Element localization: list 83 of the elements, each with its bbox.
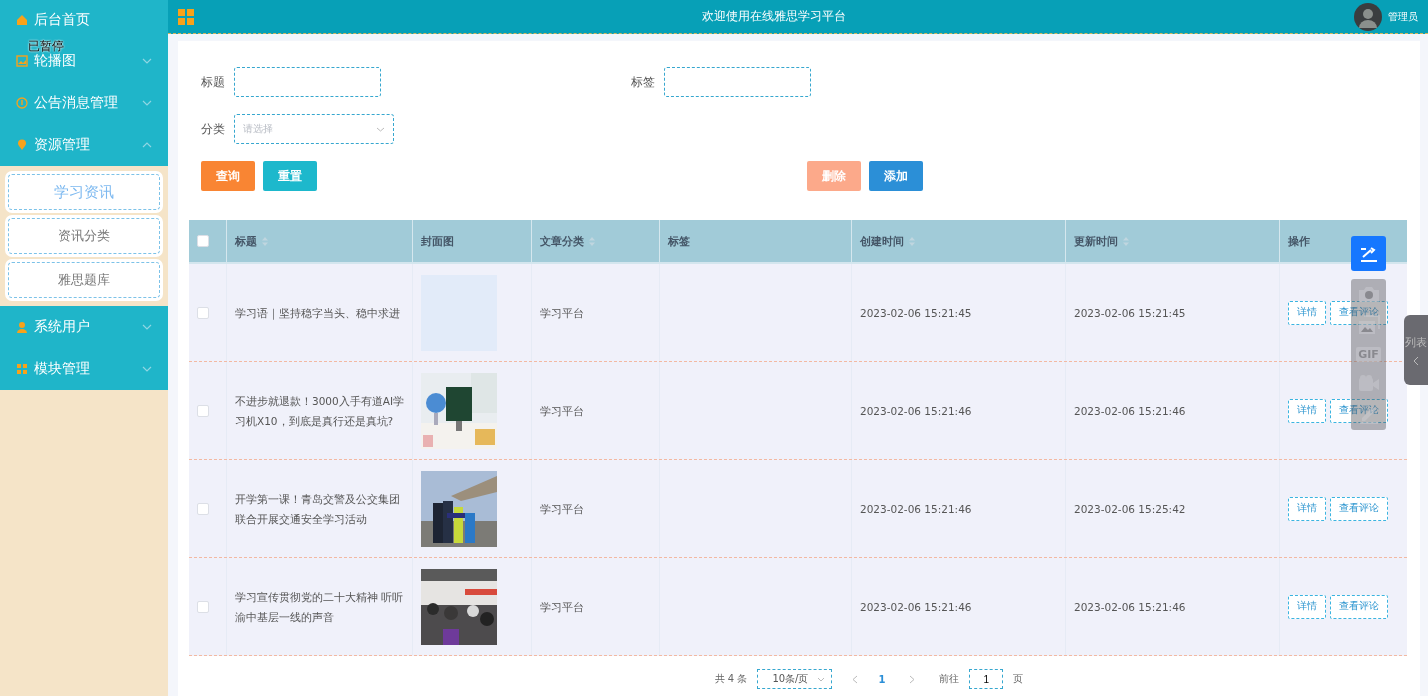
location-pin-icon bbox=[16, 139, 28, 151]
user-name[interactable]: 管理员 bbox=[1388, 9, 1418, 24]
menu-item[interactable]: 资源管理 bbox=[0, 124, 168, 166]
table-cell-text: 2023-02-06 15:25:42 bbox=[1074, 501, 1186, 517]
chevron-left-icon bbox=[1413, 355, 1419, 366]
page-number[interactable]: 1 bbox=[878, 673, 886, 685]
header-title: 欢迎使用在线雅思学习平台 bbox=[701, 8, 847, 25]
table-cell-text: 开学第一课！青岛交警及公交集团联合开展交通安全学习活动 bbox=[235, 491, 401, 527]
paused-label: 已暂停 bbox=[28, 40, 64, 53]
comments-button[interactable]: 查看评论 bbox=[1330, 594, 1388, 619]
table-cell-text: 2023-02-06 15:21:45 bbox=[860, 305, 972, 321]
sort-icon[interactable] bbox=[1123, 236, 1129, 246]
table-cell-text: 2023-02-06 15:21:46 bbox=[860, 599, 972, 615]
detail-button[interactable]: 详情 bbox=[1288, 300, 1326, 325]
column-header: 创建时间 bbox=[860, 234, 904, 249]
goto-page-field[interactable]: 1 bbox=[969, 669, 1004, 689]
sort-icon[interactable] bbox=[589, 236, 595, 246]
detail-button[interactable]: 详情 bbox=[1288, 496, 1326, 521]
table-cell-text: 2023-02-06 15:21:46 bbox=[1074, 599, 1186, 615]
sort-icon[interactable] bbox=[909, 236, 915, 246]
next-page-icon[interactable] bbox=[909, 674, 916, 684]
chevron-down-icon bbox=[817, 676, 826, 682]
field-label: 标题 bbox=[201, 73, 226, 91]
table-cell-text: 学习平台 bbox=[540, 305, 584, 321]
menu-item[interactable]: 系统用户 bbox=[0, 306, 168, 348]
checkbox[interactable] bbox=[197, 502, 209, 515]
table-cell-text: 2023-02-06 15:21:46 bbox=[1074, 403, 1186, 419]
table-cell-text: 学习语｜坚持稳字当头、稳中求进 bbox=[235, 305, 400, 322]
previous-page-icon[interactable] bbox=[852, 674, 859, 684]
table-cell-text: 学习平台 bbox=[540, 403, 584, 419]
table-cell-text: 学习平台 bbox=[540, 501, 584, 517]
chevron-down-icon bbox=[376, 126, 385, 132]
checkbox[interactable] bbox=[197, 600, 209, 613]
table-cell-text: 学习宣传贯彻党的二十大精神 听听渝中基层一线的声音 bbox=[235, 589, 404, 625]
reset-button[interactable]: 重置 bbox=[263, 161, 317, 191]
sort-icon[interactable] bbox=[262, 236, 268, 246]
page-unit: 页 bbox=[1013, 672, 1024, 686]
column-header: 文章分类 bbox=[540, 234, 584, 249]
submenu-item[interactable]: 学习资讯 bbox=[8, 174, 160, 210]
grid-icon bbox=[16, 363, 28, 375]
page-size-select[interactable]: 10条/页 bbox=[757, 669, 833, 689]
column-header: 标签 bbox=[668, 234, 690, 249]
table-cell-text: 2023-02-06 15:21:46 bbox=[860, 501, 972, 517]
field-label: 标签 bbox=[631, 73, 656, 91]
title-input-field[interactable] bbox=[234, 67, 381, 97]
checkbox[interactable] bbox=[197, 306, 209, 319]
user-icon bbox=[16, 321, 28, 333]
menu-item[interactable]: 模块管理 bbox=[0, 348, 168, 390]
column-header: 更新时间 bbox=[1074, 234, 1118, 249]
detail-button[interactable]: 详情 bbox=[1288, 398, 1326, 423]
goto-label: 前往 bbox=[939, 672, 960, 686]
total-count: 共 4 条 bbox=[714, 672, 748, 686]
checkbox[interactable] bbox=[197, 404, 209, 417]
menu-item[interactable]: 公告消息管理 bbox=[0, 82, 168, 124]
comments-button[interactable]: 查看评论 bbox=[1330, 496, 1388, 521]
image-icon bbox=[16, 55, 28, 67]
field-label: 分类 bbox=[201, 120, 226, 138]
submenu-item[interactable]: 雅思题库 bbox=[8, 262, 160, 298]
grid-icon[interactable] bbox=[178, 8, 194, 25]
info-icon bbox=[16, 97, 28, 109]
tag-input-field[interactable] bbox=[664, 67, 811, 97]
camera-icon[interactable] bbox=[1357, 285, 1380, 303]
table-cell-text: 不进步就退款！3000入手有道AI学习机X10，到底是真行还是真坑? bbox=[235, 393, 404, 429]
table-cell-text: 2023-02-06 15:21:46 bbox=[860, 403, 972, 419]
category-select[interactable]: 请选择 bbox=[234, 114, 394, 144]
column-header: 操作 bbox=[1288, 234, 1310, 249]
table-cell-text: 学习平台 bbox=[540, 599, 584, 615]
share-icon bbox=[1358, 244, 1379, 263]
images-icon[interactable] bbox=[1357, 315, 1380, 335]
home-icon bbox=[16, 14, 28, 26]
menu-item[interactable]: 后台首页 bbox=[0, 0, 168, 40]
column-header: 封面图 bbox=[421, 234, 454, 249]
column-header: 标题 bbox=[235, 234, 257, 249]
add-button[interactable]: 添加 bbox=[869, 161, 923, 191]
detail-button[interactable]: 详情 bbox=[1288, 594, 1326, 619]
share-button[interactable] bbox=[1351, 236, 1386, 271]
table-cell-text: 2023-02-06 15:21:45 bbox=[1074, 305, 1186, 321]
avatar[interactable] bbox=[1354, 2, 1382, 31]
delete-button[interactable]: 删除 bbox=[807, 161, 861, 191]
query-button[interactable]: 查询 bbox=[201, 161, 255, 191]
submenu-item[interactable]: 资讯分类 bbox=[8, 218, 160, 254]
side-tab[interactable]: 列表 bbox=[1404, 315, 1428, 385]
checkbox[interactable] bbox=[197, 235, 209, 247]
